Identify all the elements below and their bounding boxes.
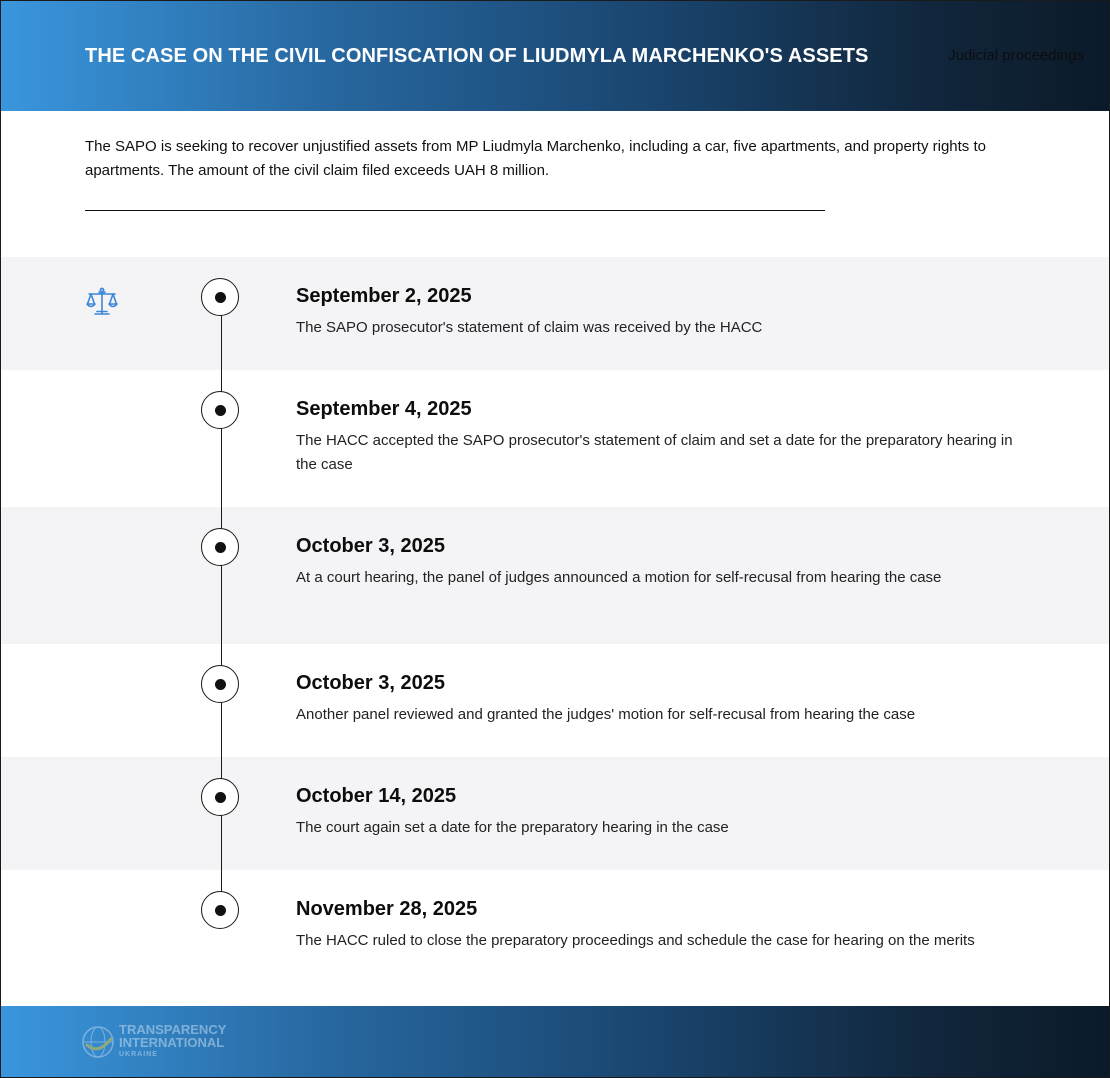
timeline-node (201, 778, 239, 816)
timeline-node (201, 528, 239, 566)
timeline-node-dot (215, 542, 226, 553)
timeline-connector-line (221, 297, 222, 909)
divider (85, 210, 825, 211)
event-date: October 3, 2025 (296, 535, 445, 557)
event-date: September 2, 2025 (296, 285, 472, 307)
logo-wordmark: TRANSPARENCY INTERNATIONAL (119, 1023, 226, 1049)
timeline-event: October 14, 2025 The court again set a d… (1, 757, 1109, 870)
timeline-node-dot (215, 405, 226, 416)
timeline-event: September 2, 2025 The SAPO prosecutor's … (1, 257, 1109, 370)
event-description: The HACC accepted the SAPO prosecutor's … (296, 432, 1013, 473)
footer-banner: TRANSPARENCY INTERNATIONAL UKRAINE (1, 1006, 1109, 1077)
timeline-node-dot (215, 792, 226, 803)
event-description: Another panel reviewed and granted the j… (296, 706, 916, 723)
timeline-node (201, 278, 239, 316)
timeline-node (201, 891, 239, 929)
event-date: October 3, 2025 (296, 672, 445, 694)
globe-logo-icon (82, 1026, 114, 1058)
event-description: The SAPO prosecutor's statement of claim… (296, 319, 763, 336)
timeline-node-dot (215, 292, 226, 303)
event-description: The HACC ruled to close the preparatory … (296, 932, 975, 949)
timeline-node (201, 391, 239, 429)
transparency-international-logo: TRANSPARENCY INTERNATIONAL UKRAINE (81, 1023, 251, 1061)
scales-of-justice-icon (86, 287, 118, 315)
timeline-event: October 3, 2025 At a court hearing, the … (1, 507, 1109, 644)
intro-text: The SAPO is seeking to recover unjustifi… (85, 138, 986, 179)
event-date: November 28, 2025 (296, 898, 478, 920)
event-date: October 14, 2025 (296, 785, 457, 807)
logo-line-2: INTERNATIONAL (119, 1035, 225, 1050)
event-description: The court again set a date for the prepa… (296, 819, 729, 836)
timeline-event: September 4, 2025 The HACC accepted the … (1, 370, 1109, 507)
event-description: At a court hearing, the panel of judges … (296, 569, 942, 586)
logo-line-3: UKRAINE (119, 1051, 158, 1058)
timeline-node-dot (215, 679, 226, 690)
timeline-node (201, 665, 239, 703)
category-label: Judicial proceedings (948, 47, 1084, 64)
header-banner: THE CASE ON THE CIVIL CONFISCATION OF LI… (1, 1, 1109, 111)
timeline-node-dot (215, 905, 226, 916)
timeline-event: November 28, 2025 The HACC ruled to clos… (1, 870, 1109, 1006)
timeline-event: October 3, 2025 Another panel reviewed a… (1, 644, 1109, 757)
event-date: September 4, 2025 (296, 398, 472, 420)
infographic: THE CASE ON THE CIVIL CONFISCATION OF LI… (0, 0, 1110, 1078)
page-title: THE CASE ON THE CIVIL CONFISCATION OF LI… (85, 45, 869, 67)
